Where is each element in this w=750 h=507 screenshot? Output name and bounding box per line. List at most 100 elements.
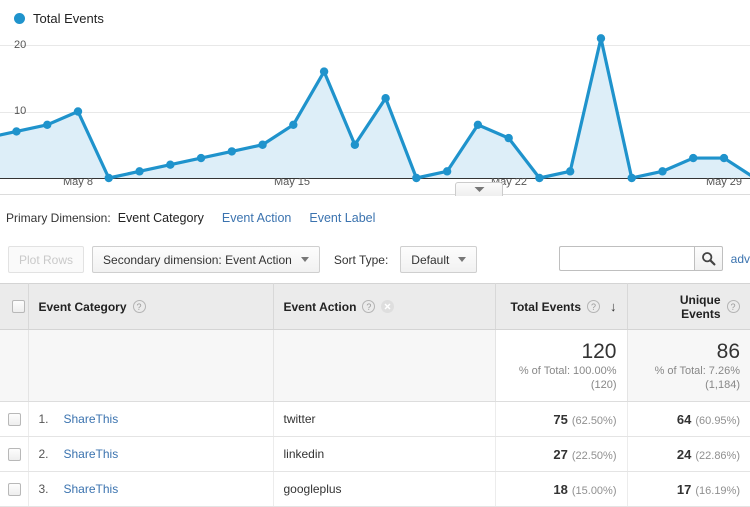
row-unique-events-pct: (60.95%): [695, 415, 740, 427]
row-action-cell: googleplus: [273, 472, 495, 507]
series-point[interactable]: [474, 121, 482, 129]
series-point[interactable]: [720, 154, 728, 162]
summary-checkbox-cell: [0, 330, 28, 402]
sort-type-dropdown[interactable]: Default: [400, 246, 477, 273]
remove-secondary-dimension-icon[interactable]: [381, 300, 394, 313]
row-index: 1.: [39, 412, 52, 426]
series-point[interactable]: [105, 174, 113, 182]
table-header: Event Category ? Event Action ?: [0, 284, 750, 330]
series-point[interactable]: [535, 174, 543, 182]
series-point[interactable]: [597, 34, 605, 42]
row-total-events-value: 18: [553, 482, 567, 497]
series-point[interactable]: [228, 147, 236, 155]
series-point[interactable]: [412, 174, 420, 182]
row-unique-events-value: 64: [677, 412, 691, 427]
row-checkbox[interactable]: [8, 413, 21, 426]
help-icon[interactable]: ?: [133, 300, 146, 313]
close-icon: [384, 303, 391, 310]
series-point[interactable]: [351, 141, 359, 149]
column-header-event-category[interactable]: Event Category ?: [28, 284, 273, 330]
row-total-events-cell: 18(15.00%): [495, 472, 627, 507]
row-unique-events-value: 17: [677, 482, 691, 497]
series-point[interactable]: [658, 167, 666, 175]
secondary-dimension-dropdown[interactable]: Secondary dimension: Event Action: [92, 246, 320, 273]
primary-dimension-active-event-category[interactable]: Event Category: [118, 211, 204, 225]
series-point[interactable]: [381, 94, 389, 102]
series-point[interactable]: [12, 127, 20, 135]
series-point[interactable]: [43, 121, 51, 129]
summary-total-events-abs: (120): [506, 378, 617, 392]
series-point[interactable]: [289, 121, 297, 129]
chevron-down-icon: [301, 257, 309, 262]
column-header-event-action[interactable]: Event Action ?: [273, 284, 495, 330]
series-point[interactable]: [135, 167, 143, 175]
row-unique-events-cell: 64 (60.95%): [627, 402, 750, 437]
row-category-cell: 1. ShareThis: [28, 402, 273, 437]
sort-type-value: Default: [411, 253, 449, 267]
column-header-unique-events[interactable]: Unique Events ?: [627, 284, 750, 330]
chart-series-svg: [0, 0, 750, 196]
chevron-down-icon: [474, 186, 485, 193]
row-index: 2.: [39, 447, 52, 461]
series-point[interactable]: [628, 174, 636, 182]
advanced-filter-link[interactable]: adv: [731, 252, 750, 266]
column-header-event-category-label: Event Category: [39, 300, 127, 314]
primary-dimension-bar: Primary Dimension: Event Category Event …: [0, 196, 750, 240]
row-total-events-cell: 27(22.50%): [495, 437, 627, 472]
series-point[interactable]: [504, 134, 512, 142]
dimension-link-event-action[interactable]: Event Action: [222, 211, 292, 225]
column-header-total-events[interactable]: Total Events ? ↓: [495, 284, 627, 330]
row-event-action: twitter: [284, 412, 316, 426]
events-chart-panel: Total Events 20 10 May 8 May 15 May 22 M…: [0, 0, 750, 196]
series-point[interactable]: [258, 141, 266, 149]
row-checkbox-cell: [0, 437, 28, 472]
summary-unique-events-pct: % of Total: 7.26%: [638, 364, 741, 378]
series-point[interactable]: [166, 161, 174, 169]
help-icon[interactable]: ?: [727, 300, 740, 313]
table-controls-right: adv: [559, 246, 750, 271]
table-controls-row: Plot Rows Secondary dimension: Event Act…: [0, 240, 750, 283]
chart-bottom-rule: [0, 194, 750, 195]
series-point[interactable]: [197, 154, 205, 162]
table-body: 1.ShareThistwitter75(62.50%)64(60.95%)2.…: [0, 402, 750, 507]
row-checkbox-cell: [0, 472, 28, 507]
chart-collapse-handle[interactable]: [455, 182, 503, 196]
select-all-checkbox[interactable]: [12, 300, 25, 313]
summary-row: 120 % of Total: 100.00% (120) 86 % of To…: [0, 330, 750, 402]
column-header-total-events-label: Total Events: [511, 300, 581, 314]
summary-unique-events-abs: (1,184): [638, 378, 741, 392]
row-checkbox[interactable]: [8, 448, 21, 461]
series-point[interactable]: [566, 167, 574, 175]
row-action-cell: linkedin: [273, 437, 495, 472]
series-area-fill: [0, 38, 750, 178]
series-point[interactable]: [443, 167, 451, 175]
search-button[interactable]: [694, 246, 723, 271]
table-row: 3. ShareThis googleplus18(15.00%) 17 (16.19%…: [0, 472, 750, 507]
row-event-action: linkedin: [284, 447, 325, 461]
row-total-events-value: 27: [553, 447, 567, 462]
row-index: 3.: [39, 482, 52, 496]
row-event-category-link[interactable]: ShareThis: [64, 412, 119, 426]
row-checkbox[interactable]: [8, 483, 21, 496]
summary-action-cell: [273, 330, 495, 402]
select-all-header: [0, 284, 28, 330]
search-input[interactable]: [559, 246, 694, 271]
series-point[interactable]: [689, 154, 697, 162]
help-icon[interactable]: ?: [362, 300, 375, 313]
primary-dimension-label: Primary Dimension:: [6, 211, 111, 225]
help-icon[interactable]: ?: [587, 300, 600, 313]
series-point[interactable]: [74, 107, 82, 115]
summary-total-events-cell: 120 % of Total: 100.00% (120): [495, 330, 627, 402]
row-checkbox-cell: [0, 402, 28, 437]
row-action-cell: twitter: [273, 402, 495, 437]
summary-category-cell: [28, 330, 273, 402]
table-controls-left: Plot Rows Secondary dimension: Event Act…: [8, 246, 477, 273]
events-data-table: Event Category ? Event Action ?: [0, 283, 750, 507]
plot-rows-button[interactable]: Plot Rows: [8, 246, 84, 273]
row-event-category-link[interactable]: ShareThis: [64, 482, 119, 496]
series-point[interactable]: [320, 67, 328, 75]
row-unique-events-pct: (16.19%): [695, 485, 740, 497]
dimension-link-event-label[interactable]: Event Label: [309, 211, 375, 225]
row-event-category-link[interactable]: ShareThis: [64, 447, 119, 461]
table-row: 2.ShareThislinkedin27(22.50%)24(22.86%): [0, 437, 750, 472]
